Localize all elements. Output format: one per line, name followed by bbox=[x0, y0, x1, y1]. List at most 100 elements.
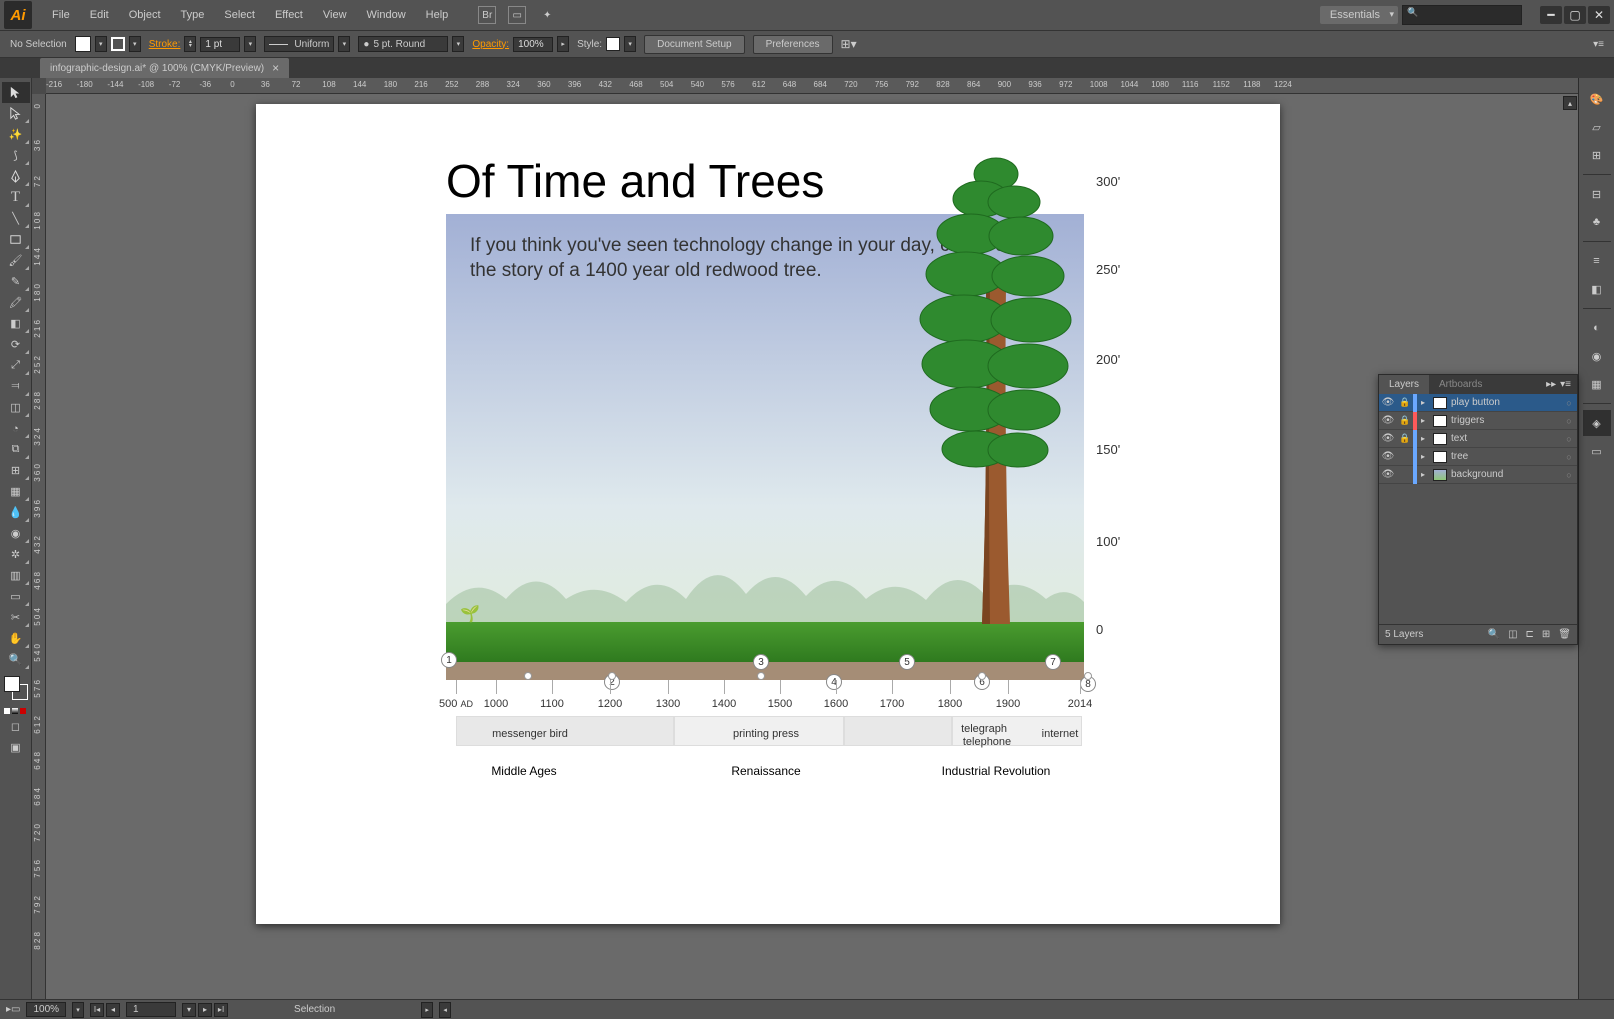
layer-row[interactable]: 👁🔒▸play button○ bbox=[1379, 394, 1577, 412]
zoom-dd-icon[interactable]: ▾ bbox=[72, 1002, 84, 1018]
window-minimize-icon[interactable]: ━ bbox=[1540, 6, 1562, 24]
tab-layers[interactable]: Layers bbox=[1379, 375, 1429, 394]
blob-brush-tool[interactable]: 🖍 bbox=[2, 292, 30, 313]
expand-layer-icon[interactable]: ▸ bbox=[1417, 470, 1429, 479]
stroke-label[interactable]: Stroke: bbox=[149, 39, 181, 50]
workspace-switcher[interactable]: Essentials bbox=[1320, 6, 1398, 24]
appearance-panel-icon[interactable]: ◉ bbox=[1583, 343, 1611, 369]
menu-edit[interactable]: Edit bbox=[80, 0, 119, 30]
artboard-number[interactable]: 1 bbox=[126, 1002, 176, 1017]
document-tab[interactable]: infographic-design.ai* @ 100% (CMYK/Prev… bbox=[40, 58, 289, 78]
arrange-docs-icon[interactable]: ▭ bbox=[508, 6, 526, 24]
panel-menu-icon[interactable]: ▾≡ bbox=[1560, 379, 1571, 390]
lock-toggle-icon[interactable]: 🔒 bbox=[1397, 433, 1413, 444]
fill-dd-icon[interactable]: ▾ bbox=[95, 36, 107, 52]
stroke-weight-dd[interactable]: ▾ bbox=[244, 36, 256, 52]
visibility-toggle-icon[interactable]: 👁 bbox=[1379, 415, 1397, 426]
delete-layer-icon[interactable]: 🗑 bbox=[1558, 629, 1571, 640]
menu-effect[interactable]: Effect bbox=[265, 0, 313, 30]
align-icon[interactable]: ⊞▾ bbox=[841, 37, 857, 51]
expand-layer-icon[interactable]: ▸ bbox=[1417, 434, 1429, 443]
graphic-styles-icon[interactable]: ▦ bbox=[1583, 371, 1611, 397]
visibility-toggle-icon[interactable]: 👁 bbox=[1379, 433, 1397, 444]
selection-tool[interactable] bbox=[2, 82, 30, 103]
expand-layer-icon[interactable]: ▸ bbox=[1417, 398, 1429, 407]
layers-panel-icon[interactable]: ◈ bbox=[1583, 410, 1611, 436]
preferences-button[interactable]: Preferences bbox=[753, 35, 833, 54]
target-icon[interactable]: ○ bbox=[1561, 398, 1577, 408]
artboard[interactable]: Of Time and Trees If you think you've se… bbox=[256, 104, 1280, 924]
style-dd-icon[interactable]: ▾ bbox=[624, 36, 636, 52]
status-dd-icon[interactable]: ▸ bbox=[421, 1002, 433, 1018]
opacity-input[interactable] bbox=[513, 37, 553, 52]
layer-name-label[interactable]: triggers bbox=[1451, 415, 1561, 426]
window-maximize-icon[interactable]: ▢ bbox=[1564, 6, 1586, 24]
rectangle-tool[interactable] bbox=[2, 229, 30, 250]
menu-help[interactable]: Help bbox=[416, 0, 459, 30]
status-expand-icon[interactable]: ▸▭ bbox=[6, 1004, 20, 1015]
stroke-swatch[interactable] bbox=[111, 37, 125, 51]
bridge-icon[interactable]: Br bbox=[478, 6, 496, 24]
transparency-panel-icon[interactable]: ◐ bbox=[1583, 315, 1611, 341]
opacity-dd-icon[interactable]: ▸ bbox=[557, 36, 569, 52]
layer-name-label[interactable]: tree bbox=[1451, 451, 1561, 462]
symbol-sprayer-tool[interactable]: ✲ bbox=[2, 544, 30, 565]
menu-window[interactable]: Window bbox=[357, 0, 416, 30]
make-clipping-mask-icon[interactable]: ◫ bbox=[1508, 629, 1517, 640]
type-tool[interactable]: T bbox=[2, 187, 30, 208]
eraser-tool[interactable]: ◧ bbox=[2, 313, 30, 334]
stroke-profile-select[interactable]: Uniform bbox=[264, 36, 334, 52]
visibility-toggle-icon[interactable]: 👁 bbox=[1379, 397, 1397, 408]
scroll-up-arrow[interactable]: ▴ bbox=[1563, 96, 1577, 110]
document-setup-button[interactable]: Document Setup bbox=[644, 35, 745, 54]
layer-row[interactable]: 👁🔒▸text○ bbox=[1379, 430, 1577, 448]
hand-tool[interactable]: ✋ bbox=[2, 628, 30, 649]
artboard-prev-icon[interactable]: ◂ bbox=[106, 1003, 120, 1017]
gradient-panel-icon[interactable]: ◧ bbox=[1583, 276, 1611, 302]
direct-selection-tool[interactable] bbox=[2, 103, 30, 124]
gpu-preview-icon[interactable]: ✦ bbox=[538, 6, 556, 24]
target-icon[interactable]: ○ bbox=[1561, 452, 1577, 462]
layer-row[interactable]: 👁▸tree○ bbox=[1379, 448, 1577, 466]
artboard-nav-dd-icon[interactable]: ▾ bbox=[182, 1003, 196, 1017]
blend-tool[interactable]: ◉ bbox=[2, 523, 30, 544]
target-icon[interactable]: ○ bbox=[1561, 416, 1577, 426]
slice-tool[interactable]: ✂ bbox=[2, 607, 30, 628]
menu-object[interactable]: Object bbox=[119, 0, 171, 30]
perspective-grid-tool[interactable]: ⧉ bbox=[2, 439, 30, 460]
rotate-tool[interactable]: ⟳ bbox=[2, 334, 30, 355]
profile-dd-icon[interactable]: ▾ bbox=[338, 36, 350, 52]
tab-artboards[interactable]: Artboards bbox=[1429, 375, 1492, 394]
layer-row[interactable]: 👁🔒▸triggers○ bbox=[1379, 412, 1577, 430]
eyedropper-tool[interactable]: 💧 bbox=[2, 502, 30, 523]
menu-type[interactable]: Type bbox=[171, 0, 215, 30]
new-sublayer-icon[interactable]: ⊏ bbox=[1526, 629, 1534, 640]
target-icon[interactable]: ○ bbox=[1561, 470, 1577, 480]
shape-builder-tool[interactable]: ◔ bbox=[2, 418, 30, 439]
layer-row[interactable]: 👁▸background○ bbox=[1379, 466, 1577, 484]
color-panel-icon[interactable]: 🎨 bbox=[1583, 86, 1611, 112]
expand-layer-icon[interactable]: ▸ bbox=[1417, 452, 1429, 461]
target-icon[interactable]: ○ bbox=[1561, 434, 1577, 444]
screen-mode[interactable]: ▣ bbox=[2, 737, 30, 758]
window-close-icon[interactable]: ✕ bbox=[1588, 6, 1610, 24]
lock-toggle-icon[interactable]: 🔒 bbox=[1397, 415, 1413, 426]
new-layer-icon[interactable]: ⊞ bbox=[1542, 629, 1550, 640]
mesh-tool[interactable]: ⊞ bbox=[2, 460, 30, 481]
gradient-tool[interactable]: ▦ bbox=[2, 481, 30, 502]
artboards-panel-icon[interactable]: ▭ bbox=[1583, 438, 1611, 464]
close-tab-icon[interactable]: × bbox=[272, 61, 279, 75]
style-swatch[interactable] bbox=[606, 37, 620, 51]
swatches-panel-icon[interactable]: ⊞ bbox=[1583, 142, 1611, 168]
color-guide-icon[interactable]: ▱ bbox=[1583, 114, 1611, 140]
locate-object-icon[interactable]: 🔍 bbox=[1488, 629, 1500, 640]
paintbrush-tool[interactable]: 🖌 bbox=[2, 250, 30, 271]
scroll-left-icon[interactable]: ◂ bbox=[439, 1002, 451, 1018]
layers-panel[interactable]: Layers Artboards ▸▸▾≡ 👁🔒▸play button○👁🔒▸… bbox=[1378, 374, 1578, 645]
brush-select[interactable]: ●5 pt. Round bbox=[358, 36, 448, 52]
menu-file[interactable]: File bbox=[42, 0, 80, 30]
opacity-label[interactable]: Opacity: bbox=[472, 39, 509, 50]
menu-select[interactable]: Select bbox=[214, 0, 265, 30]
zoom-tool[interactable]: 🔍 bbox=[2, 649, 30, 670]
layer-name-label[interactable]: background bbox=[1451, 469, 1561, 480]
